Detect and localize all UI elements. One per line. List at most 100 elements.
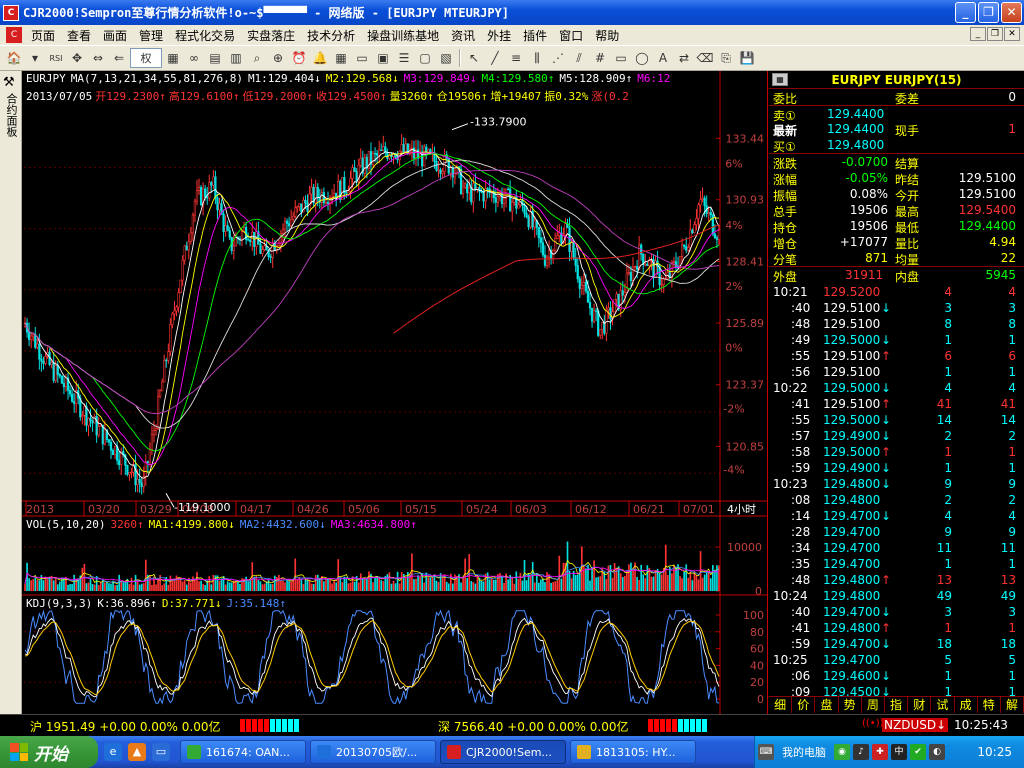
panel-toggle-icon[interactable]: ▦ (772, 73, 788, 86)
right-tab[interactable]: 解 (1001, 697, 1024, 713)
keyboard-icon[interactable]: ⌨ (758, 744, 774, 760)
right-tab[interactable]: 成 (955, 697, 978, 713)
menu-item-plugins-ext[interactable]: 外挂 (481, 27, 517, 44)
show-desktop-icon[interactable]: ▭ (152, 743, 170, 761)
move-icon[interactable]: ✥ (67, 48, 87, 68)
bell-icon[interactable]: 🔔 (310, 48, 330, 68)
menu-item-window[interactable]: 窗口 (553, 27, 589, 44)
document-icon[interactable]: C (6, 27, 22, 43)
menu-item-tech-analysis[interactable]: 技术分析 (301, 27, 361, 44)
channel-icon[interactable]: ⫽ (569, 48, 589, 68)
app-icon[interactable]: C (3, 4, 19, 21)
volume-bar (28, 578, 30, 591)
right-tab[interactable]: 势 (839, 697, 862, 713)
books-icon[interactable]: ▥ (226, 48, 246, 68)
minimize-button[interactable]: _ (955, 2, 976, 23)
window-icon[interactable]: ▭ (352, 48, 372, 68)
my-computer-label[interactable]: 我的电脑 (782, 744, 826, 760)
task-button-1[interactable]: 161674: OAN... (180, 740, 306, 764)
find-icon[interactable]: ⌕ (247, 48, 267, 68)
dropdown-arrow-icon[interactable]: ▾ (25, 48, 45, 68)
start-button[interactable]: 开始 (0, 736, 98, 768)
swap-icon[interactable]: ⇄ (674, 48, 694, 68)
image-icon[interactable]: ▧ (436, 48, 456, 68)
alarm-icon[interactable]: ⏰ (289, 48, 309, 68)
candle-body (81, 415, 84, 418)
ime-icon[interactable]: 中 (891, 744, 907, 760)
chart-area[interactable]: 133.44 130.93 128.41 125.89 123.37 120.85 6% 4%… (22, 71, 768, 714)
restore-button[interactable]: ❐ (978, 2, 999, 23)
home-icon[interactable]: 🏠 (4, 48, 24, 68)
task-button-4[interactable]: 1813105: HY... (570, 740, 696, 764)
save-icon[interactable]: 💾 (737, 48, 757, 68)
hash-icon[interactable]: # (590, 48, 610, 68)
symbol-ticker[interactable]: NZDUSD↓ (882, 718, 949, 732)
title-bar[interactable]: C CJR2000!Sempron至尊行情分析软件!o-~$▀▀▀▀▀▀ - 网… (0, 0, 1024, 25)
mdi-minimize-button[interactable]: _ (970, 27, 986, 41)
mdi-restore-button[interactable]: ❐ (987, 27, 1003, 41)
volume-bar (658, 573, 661, 591)
vlines-icon[interactable]: ⫼ (527, 48, 547, 68)
antivirus-icon[interactable]: ✚ (872, 744, 888, 760)
panel-icon[interactable]: ▢ (415, 48, 435, 68)
ma-line (24, 159, 720, 429)
task-button-3[interactable]: CJR2000!Sem... (440, 740, 566, 764)
rsi-icon[interactable]: RSI (46, 48, 66, 68)
rect-icon[interactable]: ▭ (611, 48, 631, 68)
network-icon[interactable]: ◉ (834, 744, 850, 760)
back-icon[interactable]: ⇐ (109, 48, 129, 68)
fan-icon[interactable]: ⋰ (548, 48, 568, 68)
menu-item-manage[interactable]: 管理 (133, 27, 169, 44)
line-icon[interactable]: ╱ (485, 48, 505, 68)
right-tab[interactable]: 周 (862, 697, 885, 713)
tick-list[interactable]: 10:21 129.5200 4 4:40 129.5100 ↓ 3 3:48 129.5100… (769, 284, 1024, 700)
close-button[interactable]: ✕ (1001, 2, 1022, 23)
text-icon[interactable]: A (653, 48, 673, 68)
menu-item-training[interactable]: 操盘训练基地 (361, 27, 445, 44)
menu-item-addons[interactable]: 插件 (517, 27, 553, 44)
mdi-close-button[interactable]: ✕ (1004, 27, 1020, 41)
right-tab[interactable]: 指 (885, 697, 909, 713)
menu-item-program-trading[interactable]: 程式化交易 (169, 27, 241, 44)
right-tab[interactable]: 试 (931, 697, 955, 713)
menu-item-screen[interactable]: 画面 (97, 27, 133, 44)
glasses-icon[interactable]: ∞ (184, 48, 204, 68)
tick-arrow: ↑ (881, 621, 892, 635)
volume-icon[interactable]: ◐ (929, 744, 945, 760)
weight-combo[interactable]: 权 (130, 48, 162, 68)
table-icon[interactable]: ▤ (205, 48, 225, 68)
hline-icon[interactable]: ≡ (506, 48, 526, 68)
tick-volume: 1 (944, 333, 952, 347)
list-icon[interactable]: ☰ (394, 48, 414, 68)
wrench-icon[interactable]: ⚒ (3, 75, 15, 90)
zoom-icon[interactable]: ⊕ (268, 48, 288, 68)
vlc-icon[interactable]: ▲ (128, 743, 146, 761)
right-tab[interactable]: 财 (908, 697, 932, 713)
security-icon[interactable]: ✔ (910, 744, 926, 760)
candle-body (40, 358, 43, 362)
right-tab[interactable]: 细 (769, 697, 793, 713)
ellipse-icon[interactable]: ◯ (632, 48, 652, 68)
right-tab[interactable]: 价 (792, 697, 816, 713)
chart-svg[interactable]: 133.44 130.93 128.41 125.89 123.37 120.85 6% 4%… (22, 71, 768, 714)
eraser-icon[interactable]: ⌫ (695, 48, 715, 68)
layout-icon[interactable]: ▣ (373, 48, 393, 68)
copy-icon[interactable]: ⎘ (716, 48, 736, 68)
menu-item-view[interactable]: 查看 (61, 27, 97, 44)
right-tab[interactable]: 盘 (815, 697, 839, 713)
grid-icon[interactable]: ▦ (331, 48, 351, 68)
nav-arrows-icon[interactable]: ⇔ (88, 48, 108, 68)
header-item: 开129.2300↑ (95, 90, 166, 103)
menu-item-page[interactable]: 页面 (25, 27, 61, 44)
menu-item-help[interactable]: 帮助 (589, 27, 625, 44)
contract-panel-label[interactable]: 合约面板 (3, 93, 19, 137)
chart-icon[interactable]: ▦ (163, 48, 183, 68)
cursor-icon[interactable]: ↖ (464, 48, 484, 68)
ie-icon[interactable]: e (104, 743, 122, 761)
menu-item-live[interactable]: 实盘落庄 (241, 27, 301, 44)
volume-bar (208, 576, 211, 591)
sound-icon[interactable]: ♪ (853, 744, 869, 760)
menu-item-news[interactable]: 资讯 (445, 27, 481, 44)
task-button-2[interactable]: 20130705欧/... (310, 740, 436, 764)
right-tab[interactable]: 特 (978, 697, 1001, 713)
